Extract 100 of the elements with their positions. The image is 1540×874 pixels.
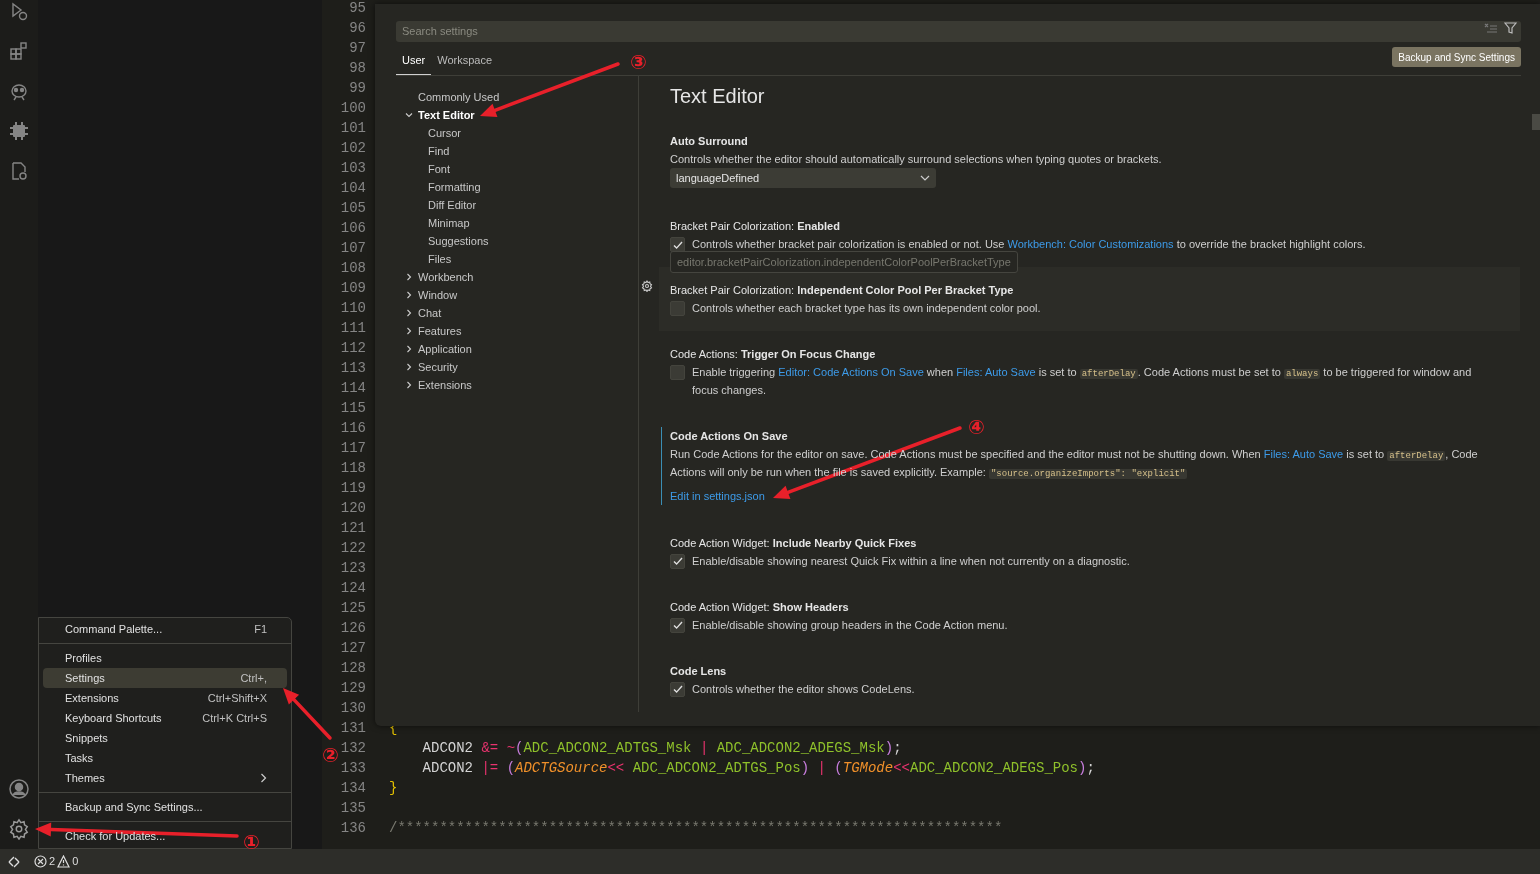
line-number: 115 (340, 400, 366, 416)
setting-description: Controls whether bracket pair colorization is enabled or not. Use Workbench: Color Customizations to override the bracket highlight colors. (692, 237, 1367, 252)
toc-item[interactable]: Workbench (418, 268, 474, 286)
menu-item[interactable]: Themes (43, 768, 287, 788)
line-number: 104 (340, 180, 366, 196)
line-number: 125 (340, 600, 366, 616)
line-number: 132 (340, 740, 366, 756)
line-number: 127 (340, 640, 366, 656)
link[interactable]: Files: Auto Save (956, 366, 1036, 378)
toc-item[interactable]: Extensions (418, 376, 472, 394)
tab[interactable]: Workspace (431, 46, 499, 75)
edit-link[interactable]: Edit in settings.json (670, 488, 765, 505)
step-number: ④ (968, 417, 985, 437)
line-number: 124 (340, 580, 366, 596)
chevron-icon[interactable] (405, 381, 413, 389)
toc-item[interactable]: Window (418, 286, 458, 304)
code-token: ADC_ADCON2_ADTGS_Msk (523, 739, 693, 758)
extensions-icon[interactable] (9, 41, 29, 61)
code-token: ) (884, 739, 894, 758)
sync-settings-button[interactable]: Backup and Sync Settings (1392, 47, 1521, 67)
chevron-icon[interactable] (405, 363, 413, 371)
search-field[interactable]: Search settings (396, 20, 1521, 42)
line-number: 99 (349, 80, 366, 96)
toc-item[interactable]: Find (428, 142, 450, 160)
code-token: ADCON2 (421, 739, 474, 758)
chevron-icon[interactable] (405, 273, 413, 281)
line-number: 131 (340, 720, 366, 736)
remote-icon[interactable] (8, 855, 20, 868)
toc-item[interactable]: Cursor (428, 124, 461, 142)
code-token: TGMode (842, 759, 894, 778)
code-token: ) (800, 759, 811, 778)
setting-title: Code Action Widget: Include Nearby Quick Fixes (670, 535, 918, 551)
chevron-icon[interactable] (405, 327, 413, 335)
problems-button[interactable]: 2 0 (34, 853, 79, 870)
tab[interactable]: User (396, 46, 432, 75)
line-number: 106 (340, 220, 366, 236)
account-icon[interactable] (8, 778, 30, 800)
line-number: 130 (340, 700, 366, 716)
menu-item[interactable]: Profiles (43, 648, 122, 668)
filter-icon[interactable] (1504, 22, 1517, 35)
line-number: 102 (340, 140, 366, 156)
checkbox[interactable] (670, 301, 685, 316)
chevron-icon[interactable] (405, 309, 413, 317)
toc-item[interactable]: Commonly Used (418, 88, 500, 106)
toc-item[interactable]: Font (428, 160, 450, 178)
checkbox[interactable] (670, 365, 685, 380)
setting-key-tooltip: editor.bracketPairColorization.independentColorPoolPerBracketType (670, 251, 1018, 273)
line-number: 114 (340, 380, 366, 396)
line-number: 136 (340, 820, 366, 836)
file-settings-icon[interactable] (9, 161, 29, 181)
menu-item[interactable]: Snippets (43, 728, 128, 748)
menu-item[interactable]: Extensions Ctrl+Shift+X (43, 688, 287, 708)
line-number: 95 (349, 0, 366, 16)
toc-item[interactable]: Text Editor (418, 106, 475, 124)
link[interactable]: Workbench: Color Customizations (1007, 238, 1174, 250)
gear-icon[interactable] (641, 280, 653, 292)
code-token: ( (834, 759, 843, 778)
setting-title: Bracket Pair Colorization: Enabled (670, 219, 841, 234)
setting-title: Bracket Pair Colorization: Independent Color Pool Per Bracket Type (670, 283, 1015, 298)
toc-item[interactable]: Suggestions (428, 232, 489, 250)
line-number: 103 (340, 160, 366, 176)
toc-item[interactable]: Formatting (428, 178, 481, 196)
chevron-icon[interactable] (405, 111, 413, 119)
code-token: ADCTGSource (515, 759, 608, 778)
chevron-icon[interactable] (405, 345, 413, 353)
clear-filter-icon[interactable] (1484, 23, 1498, 35)
code-token: &= ~ (481, 739, 516, 758)
line-number: 113 (340, 360, 366, 376)
menu-item[interactable]: Backup and Sync Settings... (43, 797, 223, 817)
menu-item[interactable]: Keyboard Shortcuts Ctrl+K Ctrl+S (43, 708, 287, 728)
chevron-icon[interactable] (405, 291, 413, 299)
link[interactable]: Editor: Code Actions On Save (778, 366, 924, 378)
toc-item[interactable]: Diff Editor (428, 196, 477, 214)
checkbox[interactable] (670, 617, 685, 633)
setting-title: Code Lens (670, 663, 728, 679)
checkbox[interactable] (670, 681, 685, 697)
toc-item[interactable]: Security (418, 358, 458, 376)
inline-code: "source.organizeImports": "explicit" (988, 469, 1188, 479)
toc-item[interactable]: Chat (418, 304, 442, 322)
checkbox[interactable] (670, 553, 685, 569)
toc-item[interactable]: Features (418, 322, 462, 340)
scrollbar-thumb[interactable] (1532, 114, 1540, 130)
dropdown[interactable]: languageDefined (670, 168, 936, 188)
setting-description: Enable/disable showing nearest Quick Fix within a line when not currently on a diagnostic. (692, 553, 1131, 569)
error-icon (34, 855, 47, 868)
menu-item[interactable]: Settings Ctrl+, (43, 668, 287, 688)
toc-item[interactable]: Files (428, 250, 452, 268)
line-number: 108 (340, 260, 366, 276)
menu-item[interactable]: Command Palette... F1 (43, 619, 287, 639)
menu-item[interactable]: Tasks (43, 748, 114, 768)
toc-item[interactable]: Application (418, 340, 472, 358)
warning-icon (57, 855, 71, 868)
toc-item[interactable]: Minimap (428, 214, 470, 232)
line-number: 111 (340, 320, 366, 336)
debug-icon[interactable] (9, 2, 29, 22)
alien-icon[interactable] (9, 81, 29, 101)
link[interactable]: Files: Auto Save (1263, 448, 1344, 460)
line-number: 118 (340, 460, 366, 476)
settings-icon[interactable] (8, 818, 30, 840)
chip-icon[interactable] (9, 121, 29, 141)
